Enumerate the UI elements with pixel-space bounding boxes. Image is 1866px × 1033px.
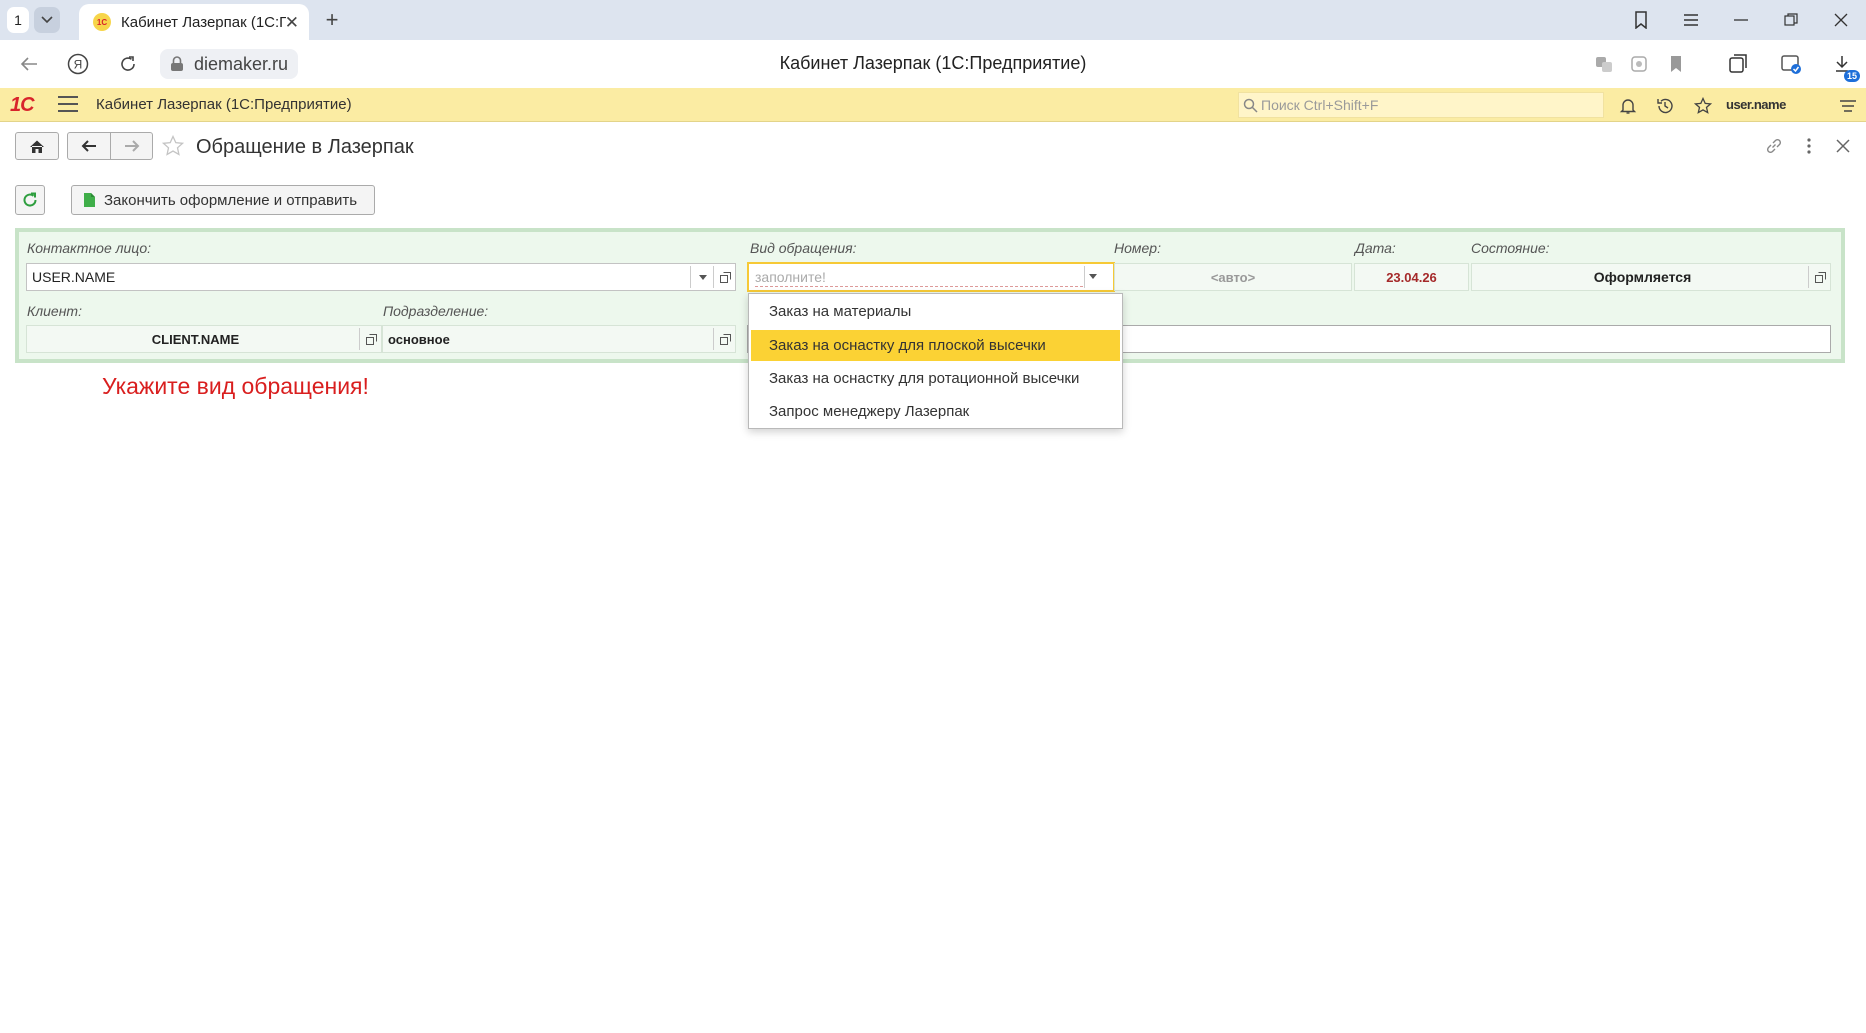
dropdown-option[interactable]: Заказ на материалы xyxy=(751,296,1120,327)
downloads-icon[interactable]: 15 xyxy=(1830,52,1860,82)
dropdown-option[interactable]: Запрос менеджеру Лазерпак xyxy=(751,396,1120,427)
address-bar: Я diemaker.ru Кабинет Лазерпак (1С:Предп… xyxy=(0,40,1866,88)
request-type-placeholder: заполните! xyxy=(755,269,826,285)
forward-button[interactable] xyxy=(110,132,153,160)
page-title-center: Кабинет Лазерпак (1С:Предприятие) xyxy=(779,53,1087,73)
main-menu-icon[interactable] xyxy=(58,96,78,114)
notifications-bell-icon[interactable] xyxy=(1617,95,1639,117)
global-search-input[interactable]: Поиск Ctrl+Shift+F xyxy=(1238,92,1604,118)
user-name[interactable]: user.name xyxy=(1726,97,1786,112)
state-label: Состояние: xyxy=(1471,240,1550,256)
finish-and-send-button[interactable]: Закончить оформление и отправить xyxy=(71,185,375,215)
app-title: Кабинет Лазерпак (1С:Предприятие) xyxy=(96,96,352,113)
finish-and-send-label: Закончить оформление и отправить xyxy=(104,191,358,209)
number-field[interactable]: <авто> xyxy=(1114,263,1352,291)
form-title: Обращение в Лазерпак xyxy=(196,136,414,158)
form-header: Обращение в Лазерпак xyxy=(0,122,1866,172)
favorites-star-icon[interactable] xyxy=(1692,95,1714,117)
extensions-icon[interactable] xyxy=(1627,52,1651,76)
minimize-icon[interactable] xyxy=(1716,0,1766,40)
division-label: Подразделение: xyxy=(383,303,489,319)
type-label: Вид обращения: xyxy=(750,240,857,256)
profile-icon[interactable] xyxy=(1779,52,1803,76)
link-icon[interactable] xyxy=(1764,136,1784,156)
back-button[interactable] xyxy=(67,132,111,160)
home-button[interactable] xyxy=(15,132,59,160)
client-value: CLIENT.NAME xyxy=(151,331,240,347)
client-open-icon[interactable] xyxy=(360,326,382,352)
translate-icon[interactable] xyxy=(1592,52,1616,76)
window-controls xyxy=(1616,0,1866,40)
close-form-icon[interactable] xyxy=(1833,136,1853,156)
date-label: Дата: xyxy=(1355,240,1396,256)
state-field[interactable]: Оформляется xyxy=(1471,263,1831,291)
division-open-icon[interactable] xyxy=(714,326,736,352)
state-value: Оформляется xyxy=(1593,269,1692,285)
date-field[interactable]: 23.04.26 xyxy=(1354,263,1469,291)
client-label: Клиент: xyxy=(27,303,82,319)
refresh-button[interactable] xyxy=(15,185,45,215)
search-placeholder: Поиск Ctrl+Shift+F xyxy=(1261,97,1379,113)
history-icon[interactable] xyxy=(1654,95,1676,117)
number-label: Номер: xyxy=(1114,240,1161,256)
close-window-icon[interactable] xyxy=(1816,0,1866,40)
document-send-icon xyxy=(82,192,96,208)
dropdown-option-highlighted[interactable]: Заказ на оснастку для плоской высечки xyxy=(751,330,1120,361)
tab-list-chevron-icon[interactable] xyxy=(34,7,60,33)
collections-icon[interactable] xyxy=(1726,52,1750,76)
tab-title: Кабинет Лазерпак (1С:Предприятие) xyxy=(121,13,286,31)
search-icon xyxy=(1243,98,1258,113)
settings-menu-icon[interactable] xyxy=(1837,95,1859,117)
onec-header: 1С Кабинет Лазерпак (1С:Предприятие) Пои… xyxy=(0,88,1866,122)
contact-field[interactable]: USER.NAME xyxy=(26,263,736,291)
browser-menu-icon[interactable] xyxy=(1666,0,1716,40)
restore-icon[interactable] xyxy=(1766,0,1816,40)
validation-warning: Укажите вид обращения! xyxy=(102,373,369,399)
more-actions-icon[interactable] xyxy=(1799,136,1819,156)
browser-tab[interactable]: 1С Кабинет Лазерпак (1С:Предприятие) ✕ xyxy=(79,4,309,40)
favicon-1c-icon: 1С xyxy=(93,13,111,31)
division-field[interactable]: основное xyxy=(382,325,736,353)
division-value: основное xyxy=(388,331,450,347)
downloads-badge: 15 xyxy=(1843,70,1860,82)
contact-value: USER.NAME xyxy=(32,269,116,285)
browser-tab-strip: 1 1С Кабинет Лазерпак (1С:Предприятие) ✕… xyxy=(0,0,1866,40)
contact-open-icon[interactable] xyxy=(714,264,736,290)
contact-label: Контактное лицо: xyxy=(27,240,151,256)
onec-logo[interactable]: 1С xyxy=(10,94,35,117)
date-value: 23.04.26 xyxy=(1386,269,1437,285)
request-type-dropdown-icon[interactable] xyxy=(1089,274,1097,279)
contact-dropdown-icon[interactable] xyxy=(692,264,714,290)
tab-close-icon[interactable]: ✕ xyxy=(285,13,299,33)
tab-counter[interactable]: 1 xyxy=(7,7,29,33)
client-field[interactable]: CLIENT.NAME xyxy=(26,325,382,353)
new-tab-plus-icon[interactable]: + xyxy=(318,6,346,34)
number-value: <авто> xyxy=(1210,269,1256,285)
request-type-dropdown-list: Заказ на материалы Заказ на оснастку для… xyxy=(748,293,1123,429)
bookmark-icon[interactable] xyxy=(1664,52,1688,76)
dropdown-option[interactable]: Заказ на оснастку для ротационной высечк… xyxy=(751,363,1120,394)
bookmarks-panel-icon[interactable] xyxy=(1616,0,1666,40)
request-type-field[interactable]: заполните! xyxy=(747,262,1115,292)
favorite-star-icon[interactable] xyxy=(162,135,184,157)
state-open-icon[interactable] xyxy=(1809,264,1831,290)
